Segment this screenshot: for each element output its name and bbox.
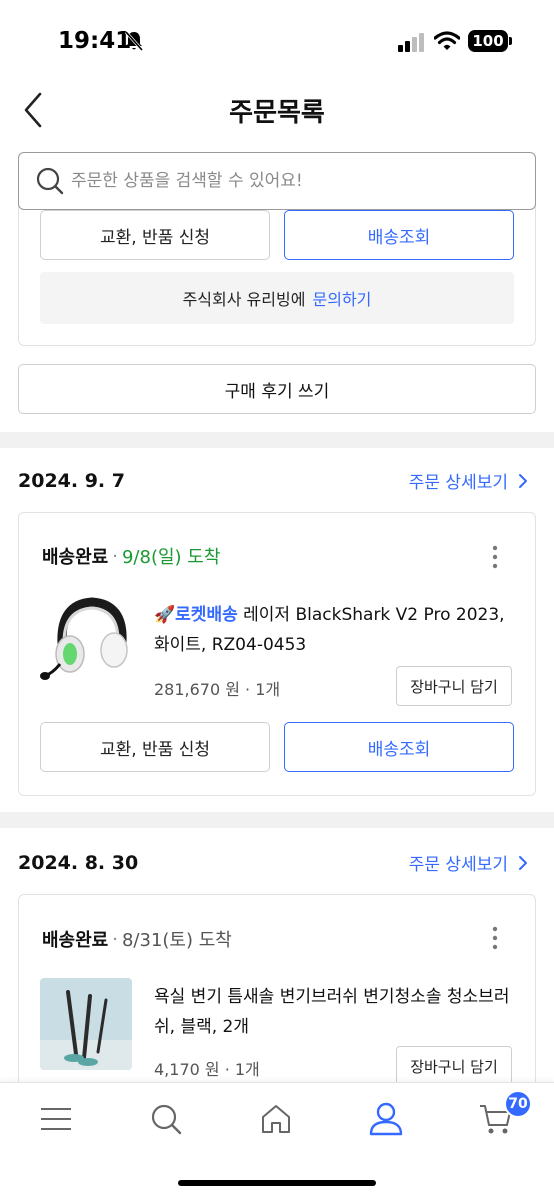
exchange-return-button[interactable]: 교환, 반품 신청	[40, 722, 270, 772]
menu-icon	[41, 1108, 71, 1130]
product-thumbnail-brush[interactable]	[40, 978, 132, 1070]
add-to-cart-button[interactable]: 장바구니 담기	[396, 1046, 512, 1086]
order-detail-label: 주문 상세보기	[408, 473, 508, 493]
section-divider	[0, 812, 554, 828]
status-bar: 19:41 100	[0, 0, 554, 84]
chevron-right-icon	[519, 855, 527, 870]
home-indicator	[178, 1180, 376, 1186]
home-icon	[262, 1105, 290, 1133]
seller-inquiry: 주식회사 유리빙에 문의하기	[40, 272, 514, 324]
order-date: 2024. 8. 30	[18, 852, 139, 874]
status-time: 19:41	[58, 28, 132, 54]
header: 주문목록	[0, 84, 554, 146]
add-to-cart-button[interactable]: 장바구니 담기	[396, 666, 512, 706]
price-quantity: 4,170 원 · 1개	[154, 1060, 260, 1079]
toilet-brush-image	[40, 978, 132, 1070]
order-detail-link[interactable]: 주문 상세보기	[409, 850, 528, 875]
product-thumbnail-headset[interactable]	[40, 592, 132, 684]
arrival-date: 9/8(일) 도착	[121, 547, 221, 568]
user-icon	[369, 1102, 403, 1136]
more-options-icon[interactable]	[492, 545, 498, 569]
page-title: 주문목록	[229, 98, 325, 128]
rocket-delivery-badge: 🚀로켓배송	[154, 605, 238, 625]
section-divider	[0, 432, 554, 448]
battery-nub	[509, 37, 512, 45]
product-name[interactable]: 욕실 변기 틈새솔 변기브러쉬 변기청소솔 청소브러쉬, 블랙, 2개	[154, 982, 514, 1042]
nav-search[interactable]	[146, 1099, 186, 1139]
search-icon	[36, 167, 64, 195]
order-detail-label: 주문 상세보기	[408, 855, 508, 875]
delivery-status: 배송완료 · 9/8(일) 도착	[42, 543, 220, 569]
signal-icon	[398, 33, 424, 52]
product-name[interactable]: 🚀로켓배송 레이저 BlackShark V2 Pro 2023, 화이트, R…	[154, 600, 514, 660]
delivery-status: 배송완료 · 8/31(토) 도착	[42, 926, 232, 952]
inquiry-text: 주식회사 유리빙에	[182, 290, 311, 309]
tracking-button[interactable]: 배송조회	[284, 722, 514, 772]
nav-my[interactable]	[366, 1099, 406, 1139]
tracking-button[interactable]: 배송조회	[284, 210, 514, 260]
status-separator: ·	[112, 928, 118, 950]
nav-menu[interactable]	[36, 1099, 76, 1139]
battery-indicator: 100	[468, 30, 508, 52]
status-label: 배송완료	[42, 930, 109, 951]
write-review-button[interactable]: 구매 후기 쓰기	[18, 364, 536, 414]
headset-image	[40, 592, 132, 684]
search-input[interactable]	[71, 167, 511, 195]
nav-home[interactable]	[256, 1099, 296, 1139]
arrival-date: 8/31(토) 도착	[121, 930, 232, 951]
chevron-right-icon	[519, 473, 527, 488]
status-label: 배송완료	[42, 547, 109, 568]
wifi-icon	[434, 31, 460, 50]
order-date: 2024. 9. 7	[18, 470, 125, 492]
cart-count-badge: 70	[504, 1090, 532, 1118]
order-detail-link[interactable]: 주문 상세보기	[409, 468, 528, 493]
search-box[interactable]	[18, 152, 536, 210]
search-icon	[151, 1104, 182, 1135]
price-quantity: 281,670 원 · 1개	[154, 680, 281, 699]
inquiry-link[interactable]: 문의하기	[313, 286, 372, 310]
exchange-return-button[interactable]: 교환, 반품 신청	[40, 210, 270, 260]
bell-off-icon	[124, 31, 144, 51]
status-separator: ·	[112, 545, 118, 567]
more-options-icon[interactable]	[492, 926, 498, 950]
